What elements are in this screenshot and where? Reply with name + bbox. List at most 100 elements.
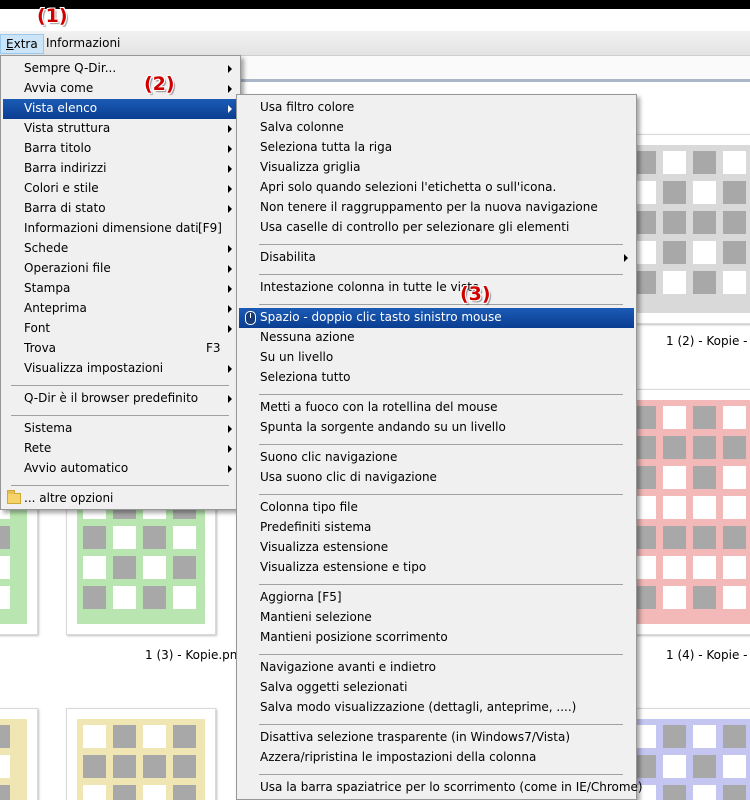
- menu-item-navigazione-avanti-e-indietro[interactable]: Navigazione avanti e indietro: [239, 658, 634, 678]
- menu-item-operazioni-file[interactable]: Operazioni file: [3, 259, 238, 279]
- thumbnail-cell: [723, 211, 746, 234]
- menu-item-label: Barra indirizzi: [24, 161, 107, 175]
- thumbnail-cell: [0, 755, 10, 778]
- menu-item-schede[interactable]: Schede: [3, 239, 238, 259]
- thumbnail-cell: [663, 725, 686, 748]
- thumbnail-caption[interactable]: 1 (4) - Kopie - Ko: [666, 648, 750, 662]
- menu-separator: [11, 385, 229, 386]
- menu-item-usa-la-barra-spaziatrice-per-lo-scorrimento-come-in-ie-chrome[interactable]: Usa la barra spaziatrice per lo scorrime…: [239, 778, 643, 798]
- menu-item-salva-colonne[interactable]: Salva colonne: [239, 118, 634, 138]
- menu-item-azzera-ripristina-le-impostazioni-della-colonna[interactable]: Azzera/ripristina le impostazioni della …: [239, 748, 634, 768]
- menu-item-label: Anteprima: [24, 301, 87, 315]
- menu-item-label: Visualizza estensione e tipo: [260, 560, 427, 574]
- menu-informazioni[interactable]: Informazioni: [41, 34, 125, 54]
- menu-item-rete[interactable]: Rete: [3, 439, 238, 459]
- thumbnail-cell: [693, 466, 716, 489]
- thumbnail-cell: [113, 785, 136, 800]
- menu-item-intestazione-colonna-in-tutte-le-viste[interactable]: Intestazione colonna in tutte le viste: [239, 278, 634, 298]
- thumbnail-preview: [0, 719, 27, 800]
- menu-item-nessuna-azione[interactable]: Nessuna azione: [239, 328, 634, 348]
- menu-item-metti-a-fuoco-con-la-rotellina-del-mouse[interactable]: Metti a fuoco con la rotellina del mouse: [239, 398, 634, 418]
- menu-item-apri-solo-quando-selezioni-l-etichetta-o-sull-icona[interactable]: Apri solo quando selezioni l'etichetta o…: [239, 178, 634, 198]
- menu-item-label: Intestazione colonna in tutte le viste: [260, 280, 480, 294]
- menu-item-anteprima[interactable]: Anteprima: [3, 299, 238, 319]
- menu-item-visualizza-impostazioni[interactable]: Visualizza impostazioni: [3, 359, 238, 379]
- menu-item-trova[interactable]: Trova F3: [3, 339, 238, 359]
- menu-item-barra-titolo[interactable]: Barra titolo: [3, 139, 238, 159]
- menu-item-usa-filtro-colore[interactable]: Usa filtro colore: [239, 98, 634, 118]
- menu-item-colori-e-stile[interactable]: Colori e stile: [3, 179, 238, 199]
- menu-item-label: Seleziona tutta la riga: [260, 140, 393, 154]
- menu-item-su-un-livello[interactable]: Su un livello: [239, 348, 634, 368]
- menu-item-label: Salva modo visualizzazione (dettagli, an…: [260, 700, 577, 714]
- menu-item-spunta-la-sorgente-andando-su-un-livello[interactable]: Spunta la sorgente andando su un livello: [239, 418, 634, 438]
- menu-item-visualizza-griglia[interactable]: Visualizza griglia: [239, 158, 634, 178]
- annotation-3: (3): [460, 283, 491, 305]
- menu-item-altre-opzioni[interactable]: ... altre opzioni: [3, 489, 238, 509]
- thumbnail-cell: [113, 586, 136, 609]
- menu-item-font[interactable]: Font: [3, 319, 238, 339]
- menu-item-label: Seleziona tutto: [260, 370, 351, 384]
- menu-item-vista-struttura[interactable]: Vista struttura: [3, 119, 238, 139]
- menu-item-mantieni-posizione-scorrimento[interactable]: Mantieni posizione scorrimento: [239, 628, 634, 648]
- thumbnail-cell: [723, 586, 746, 609]
- thumbnail-cell: [723, 466, 746, 489]
- menu-item-label: Disattiva selezione trasparente (in Wind…: [260, 730, 571, 744]
- thumbnail-cell: [723, 526, 746, 549]
- menu-item-spazio-doppio-clic-tasto-sinistro-mouse[interactable]: Spazio - doppio clic tasto sinistro mous…: [239, 308, 634, 328]
- menu-item-barra-di-stato[interactable]: Barra di stato: [3, 199, 238, 219]
- menu-item-seleziona-tutto[interactable]: Seleziona tutto: [239, 368, 634, 388]
- menu-item-label: Usa caselle di controllo per selezionare…: [260, 220, 570, 234]
- menu-item-informazioni-dimensione-dati[interactable]: Informazioni dimensione dati [F9]: [3, 219, 238, 239]
- thumbnail-cell: [143, 755, 166, 778]
- menu-item-suono-clic-navigazione[interactable]: Suono clic navigazione: [239, 448, 634, 468]
- menu-item-usa-caselle-di-controllo-per-selezionare-gli-elementi[interactable]: Usa caselle di controllo per selezionare…: [239, 218, 634, 238]
- menu-item-non-tenere-il-raggruppamento-per-la-nuova-navigazione[interactable]: Non tenere il raggruppamento per la nuov…: [239, 198, 634, 218]
- thumbnail-cell: [723, 241, 746, 264]
- submenu-arrow-icon: [624, 254, 628, 262]
- menu-item-aggiorna-f5[interactable]: Aggiorna [F5]: [239, 588, 634, 608]
- thumbnail-caption[interactable]: 1 (3) - Kopie.png: [145, 648, 245, 662]
- menu-separator: [259, 774, 623, 775]
- menu-item-label: Sempre Q-Dir...: [24, 61, 117, 75]
- menu-item-mantieni-selezione[interactable]: Mantieni selezione: [239, 608, 634, 628]
- thumbnail-cell: [143, 586, 166, 609]
- image-thumbnail[interactable]: [0, 708, 38, 800]
- thumbnail-cell: [693, 496, 716, 519]
- menu-bar: Extra Informazioni: [0, 31, 750, 56]
- thumbnail-cell: [723, 755, 746, 778]
- menu-item-visualizza-estensione-e-tipo[interactable]: Visualizza estensione e tipo: [239, 558, 634, 578]
- thumbnail-cell: [143, 785, 166, 800]
- menu-item-seleziona-tutta-la-riga[interactable]: Seleziona tutta la riga: [239, 138, 634, 158]
- pane-divider: [240, 79, 750, 82]
- thumbnail-cell: [693, 436, 716, 459]
- vista-elenco-submenu: Usa filtro colore Salva colonne Seleziona …: [236, 94, 643, 800]
- menu-item-predefiniti-sistema[interactable]: Predefiniti sistema: [239, 518, 634, 538]
- menu-item-avvia-come[interactable]: Avvia come: [3, 79, 238, 99]
- menu-item-colonna-tipo-file[interactable]: Colonna tipo file: [239, 498, 634, 518]
- extra-menu: Sempre Q-Dir... Avvia come Vista elenco Vis…: [0, 55, 241, 510]
- menu-item-visualizza-estensione[interactable]: Visualizza estensione: [239, 538, 634, 558]
- thumbnail-cell: [0, 586, 10, 609]
- menu-item-sempre-q-dir[interactable]: Sempre Q-Dir...: [3, 59, 238, 79]
- image-thumbnail[interactable]: [66, 708, 216, 800]
- menu-separator: [259, 494, 623, 495]
- menu-item-q-dir-il-browser-predefinito[interactable]: Q-Dir è il browser predefinito: [3, 389, 238, 409]
- menu-item-salva-oggetti-selezionati[interactable]: Salva oggetti selezionati: [239, 678, 634, 698]
- menu-item-salva-modo-visualizzazione-dettagli-anteprime[interactable]: Salva modo visualizzazione (dettagli, an…: [239, 698, 634, 718]
- menu-item-usa-suono-clic-di-navigazione[interactable]: Usa suono clic di navigazione: [239, 468, 634, 488]
- thumbnail-caption[interactable]: 1 (2) - Kopie - Ko: [666, 334, 750, 348]
- thumbnail-cell: [83, 556, 106, 579]
- menu-item-disattiva-selezione-trasparente-in-windows7-vista[interactable]: Disattiva selezione trasparente (in Wind…: [239, 728, 634, 748]
- menu-extra[interactable]: Extra: [0, 34, 44, 54]
- menu-item-stampa[interactable]: Stampa: [3, 279, 238, 299]
- menu-item-label: Visualizza griglia: [260, 160, 361, 174]
- thumbnail-cell: [173, 785, 196, 800]
- menu-item-disabilita[interactable]: Disabilita: [239, 248, 634, 268]
- menu-item-sistema[interactable]: Sistema: [3, 419, 238, 439]
- menu-item-vista-elenco[interactable]: Vista elenco: [3, 99, 238, 119]
- menu-item-label: Usa la barra spaziatrice per lo scorrime…: [260, 780, 643, 794]
- menu-item-barra-indirizzi[interactable]: Barra indirizzi: [3, 159, 238, 179]
- menu-item-avvio-automatico[interactable]: Avvio automatico: [3, 459, 238, 479]
- menu-separator: [259, 244, 623, 245]
